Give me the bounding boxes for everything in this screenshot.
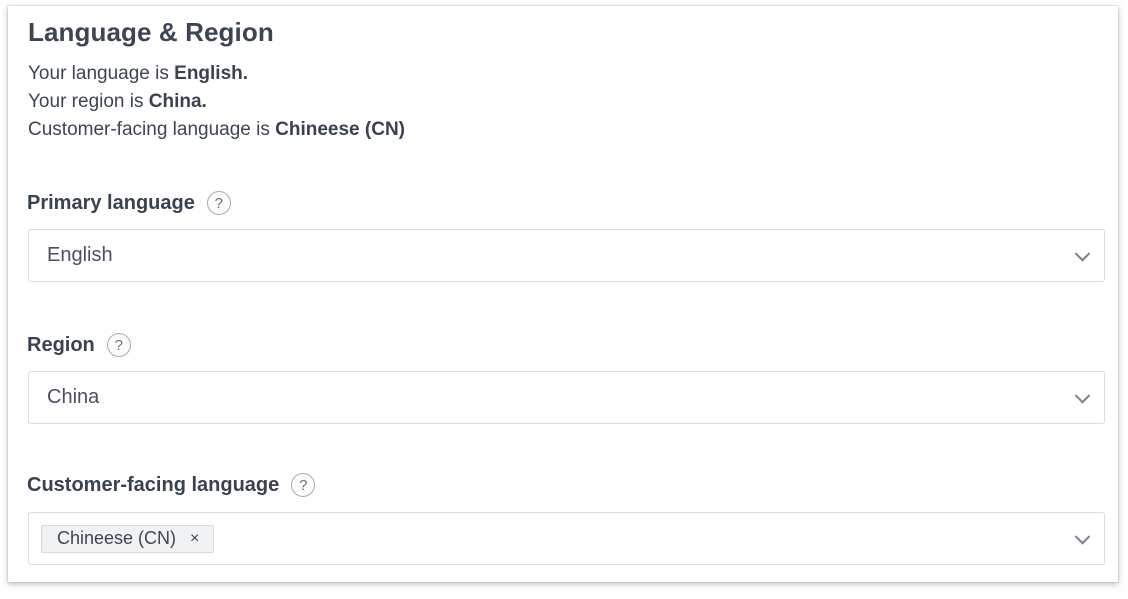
question-circle-icon[interactable]: ? (291, 473, 316, 497)
primary-language-label-text: Primary language (27, 191, 195, 214)
language-summary-prefix: Your language is (28, 63, 175, 84)
customer-language-summary-line: Customer-facing language is Chineese (CN… (28, 116, 405, 144)
language-summary-value: English. (174, 63, 249, 84)
close-icon[interactable]: × (190, 530, 199, 548)
language-region-card: Language & Region Your language is Engli… (8, 6, 1118, 582)
primary-language-select[interactable]: English (28, 229, 1105, 282)
section-title: Language & Region (28, 17, 274, 47)
region-value: China (47, 386, 100, 408)
region-label: Region ? (27, 333, 131, 357)
chevron-down-icon[interactable] (1074, 528, 1091, 545)
region-select[interactable]: China (28, 371, 1105, 424)
question-circle-icon[interactable]: ? (206, 191, 231, 215)
language-summary-line: Your language is English. (28, 60, 405, 88)
language-tag: Chineese (CN) × (41, 524, 215, 553)
customer-language-summary-value: Chineese (CN) (275, 119, 405, 140)
chevron-down-icon[interactable] (1074, 387, 1091, 404)
settings-summary: Your language is English. Your region is… (28, 60, 405, 144)
chevron-down-icon[interactable] (1074, 245, 1091, 262)
customer-language-summary-prefix: Customer-facing language is (28, 119, 276, 140)
question-circle-icon[interactable]: ? (106, 333, 131, 357)
customer-language-multiselect[interactable]: Chineese (CN) × (28, 512, 1105, 565)
customer-language-label-text: Customer-facing language (27, 473, 280, 496)
primary-language-label: Primary language ? (27, 191, 231, 215)
region-summary-prefix: Your region is (28, 91, 149, 112)
customer-language-label: Customer-facing language ? (27, 473, 316, 497)
language-tag-label: Chineese (CN) (57, 528, 177, 548)
primary-language-value: English (47, 244, 113, 266)
region-summary-line: Your region is China. (28, 88, 405, 116)
region-summary-value: China. (148, 91, 207, 112)
region-label-text: Region (27, 333, 95, 356)
